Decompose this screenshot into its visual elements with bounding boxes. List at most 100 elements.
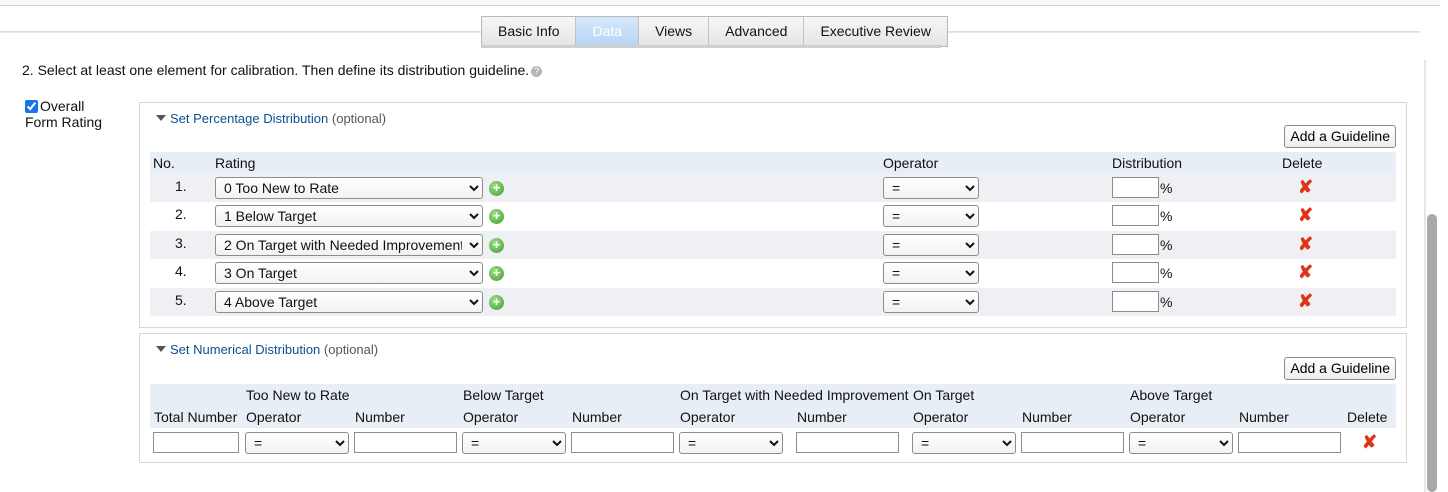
operator-select[interactable]: = xyxy=(245,432,349,454)
header-number: Number xyxy=(1022,409,1072,425)
percent-sign: % xyxy=(1160,208,1173,224)
header-operator: Operator xyxy=(913,409,969,425)
header-operator: Operator xyxy=(463,409,519,425)
distribution-input[interactable] xyxy=(1112,262,1159,283)
group-on-target-needed-improvement: On Target with Needed Improvement xyxy=(680,387,909,403)
optional-label: (optional) xyxy=(331,111,387,126)
number-input[interactable] xyxy=(571,432,674,453)
help-icon[interactable]: ? xyxy=(531,66,543,77)
optional-label: (optional) xyxy=(323,342,379,357)
operator-select[interactable]: = xyxy=(883,205,979,227)
table-row: 5. 4 Above Target + = % ✘ xyxy=(150,288,1396,316)
rating-select[interactable]: 4 Above Target xyxy=(215,291,483,313)
operator-select[interactable]: = xyxy=(912,432,1016,454)
top-border xyxy=(0,0,1440,6)
operator-select[interactable]: = xyxy=(883,177,979,199)
operator-select[interactable]: = xyxy=(679,432,783,454)
overall-label-line1: Overall xyxy=(40,98,85,114)
percent-sign: % xyxy=(1160,237,1173,253)
tab-advanced[interactable]: Advanced xyxy=(709,17,805,46)
rating-select[interactable]: 1 Below Target xyxy=(215,205,483,227)
table-row: 2. 1 Below Target + = % ✘ xyxy=(150,202,1396,230)
operator-select[interactable]: = xyxy=(462,432,566,454)
distribution-input[interactable] xyxy=(1112,234,1159,255)
instruction-label: 2. Select at least one element for calib… xyxy=(22,62,530,78)
tab-bar-shadow xyxy=(481,45,941,48)
red-x-icon[interactable]: ✘ xyxy=(1298,178,1313,196)
number-input[interactable] xyxy=(354,432,457,453)
header-number: Number xyxy=(572,409,622,425)
header-rating: Rating xyxy=(215,155,256,171)
table-row: = = = = = ✘ xyxy=(150,428,1396,458)
distribution-input[interactable] xyxy=(1112,205,1159,226)
header-operator: Operator xyxy=(1130,409,1186,425)
percent-sign: % xyxy=(1160,265,1173,281)
red-x-icon[interactable]: ✘ xyxy=(1298,206,1313,224)
scrollbar-track xyxy=(1424,60,1426,492)
tab-executive-review[interactable]: Executive Review xyxy=(804,17,947,46)
operator-select[interactable]: = xyxy=(883,262,979,284)
table-row: 3. 2 On Target with Needed Improvement +… xyxy=(150,231,1396,259)
red-x-icon[interactable]: ✘ xyxy=(1362,433,1377,451)
header-number: Number xyxy=(797,409,847,425)
red-x-icon[interactable]: ✘ xyxy=(1298,292,1313,310)
operator-select[interactable]: = xyxy=(1129,432,1233,454)
row-number: 1. xyxy=(175,178,187,194)
scrollbar-thumb[interactable] xyxy=(1427,214,1437,492)
table-row: 4. 3 On Target + = % ✘ xyxy=(150,259,1396,287)
overall-form-rating-checkbox[interactable] xyxy=(25,100,38,113)
header-operator: Operator xyxy=(883,155,939,171)
triangle-down-icon xyxy=(156,346,166,352)
percent-sign: % xyxy=(1160,294,1173,310)
number-input[interactable] xyxy=(1238,432,1341,453)
header-delete: Delete xyxy=(1282,155,1323,171)
red-x-icon[interactable]: ✘ xyxy=(1298,263,1313,281)
plus-circle-icon[interactable]: + xyxy=(489,238,504,253)
plus-circle-icon[interactable]: + xyxy=(489,266,504,281)
plus-circle-icon[interactable]: + xyxy=(489,181,504,196)
instruction-text: 2. Select at least one element for calib… xyxy=(22,62,543,78)
header-delete: Delete xyxy=(1347,409,1388,425)
numerical-table-header: Too New to Rate Below Target On Target w… xyxy=(150,384,1396,428)
rating-select[interactable]: 2 On Target with Needed Improvement xyxy=(215,234,483,256)
distribution-input[interactable] xyxy=(1112,177,1159,198)
percentage-distribution-title[interactable]: Set Percentage Distribution xyxy=(170,111,328,126)
add-guideline-button[interactable]: Add a Guideline xyxy=(1284,125,1396,148)
tab-basic-info[interactable]: Basic Info xyxy=(482,17,577,46)
numerical-distribution-title[interactable]: Set Numerical Distribution xyxy=(170,342,320,357)
total-number-input[interactable] xyxy=(153,432,239,453)
header-operator: Operator xyxy=(246,409,302,425)
red-x-icon[interactable]: ✘ xyxy=(1298,235,1313,253)
rating-select[interactable]: 0 Too New to Rate xyxy=(215,177,483,199)
tab-bar: Basic Info Data Views Advanced Executive… xyxy=(481,16,948,47)
number-input[interactable] xyxy=(1021,432,1124,453)
percent-sign: % xyxy=(1160,180,1173,196)
percentage-table-header: No. Rating Operator Distribution Delete xyxy=(150,152,1396,174)
plus-circle-icon[interactable]: + xyxy=(489,295,504,310)
numerical-distribution-panel: Set Numerical Distribution (optional) Ad… xyxy=(139,333,1407,463)
table-row: 1. 0 Too New to Rate + = % ✘ xyxy=(150,174,1396,202)
tab-data[interactable]: Data xyxy=(576,17,640,46)
operator-select[interactable]: = xyxy=(883,291,979,313)
overall-form-rating-label[interactable]: Overall Form Rating xyxy=(25,98,102,130)
row-number: 3. xyxy=(175,235,187,251)
tab-views[interactable]: Views xyxy=(639,17,710,46)
numerical-distribution-toggle[interactable]: Set Numerical Distribution (optional) xyxy=(156,342,378,357)
number-input[interactable] xyxy=(796,432,899,453)
row-number: 5. xyxy=(175,292,187,308)
percentage-distribution-toggle[interactable]: Set Percentage Distribution (optional) xyxy=(156,111,386,126)
operator-select[interactable]: = xyxy=(883,234,979,256)
row-number: 4. xyxy=(175,263,187,279)
header-operator: Operator xyxy=(680,409,736,425)
rating-select[interactable]: 3 On Target xyxy=(215,262,483,284)
overall-label-line2: Form Rating xyxy=(25,114,103,130)
distribution-input[interactable] xyxy=(1112,291,1159,312)
header-number: Number xyxy=(1239,409,1289,425)
header-distribution: Distribution xyxy=(1112,155,1183,171)
group-above-target: Above Target xyxy=(1130,387,1213,403)
add-guideline-button[interactable]: Add a Guideline xyxy=(1284,357,1396,380)
group-too-new-to-rate: Too New to Rate xyxy=(246,387,350,403)
group-below-target: Below Target xyxy=(463,387,544,403)
triangle-down-icon xyxy=(156,115,166,121)
plus-circle-icon[interactable]: + xyxy=(489,209,504,224)
